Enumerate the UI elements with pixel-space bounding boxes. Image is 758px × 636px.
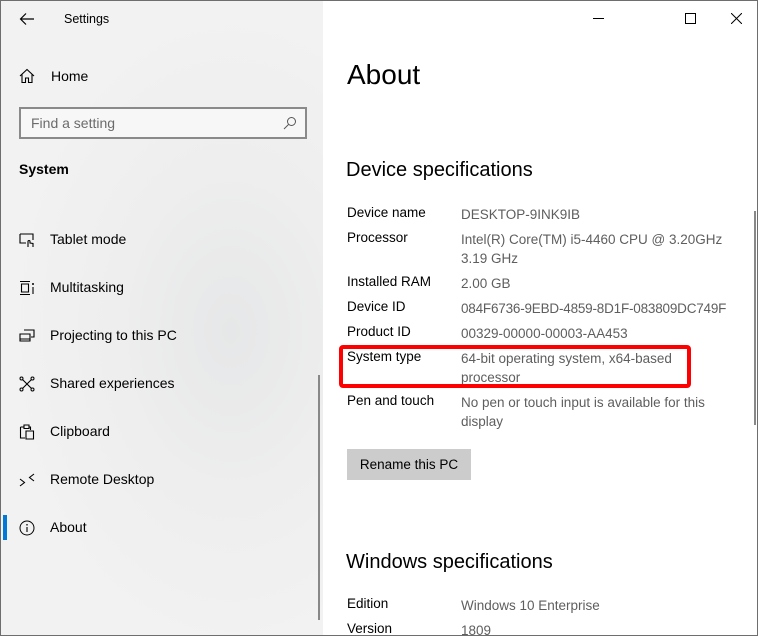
spec-key: Device name	[347, 205, 426, 220]
spec-key: Version	[347, 621, 393, 636]
clipboard-icon	[19, 424, 35, 440]
sidebar: Settings Home System Tablet mode Multita…	[1, 1, 323, 635]
close-button[interactable]	[713, 1, 757, 35]
search-icon[interactable]	[283, 116, 297, 130]
spec-value: 00329-00000-00003-AA453	[461, 326, 628, 341]
windows-specs-heading: Windows specifications	[346, 551, 553, 573]
rename-pc-button[interactable]: Rename this PC	[347, 449, 471, 480]
sidebar-item-label: Clipboard	[50, 423, 110, 439]
spec-key: Installed RAM	[347, 274, 432, 289]
search-input[interactable]	[21, 109, 271, 137]
info-icon	[19, 520, 35, 536]
tablet-mode-icon	[19, 233, 34, 247]
sidebar-item-about[interactable]: About	[1, 508, 323, 548]
sidebar-item-home[interactable]: Home	[1, 61, 323, 91]
system-type-highlight-box	[339, 345, 691, 388]
sidebar-item-shared-experiences[interactable]: Shared experiences	[1, 364, 323, 404]
spec-key: Edition	[347, 596, 389, 611]
sidebar-item-label: Projecting to this PC	[50, 327, 177, 343]
sidebar-item-tablet-mode[interactable]: Tablet mode	[1, 220, 323, 260]
search-box[interactable]	[19, 107, 307, 139]
page-title: About	[347, 59, 421, 90]
back-button[interactable]	[11, 5, 43, 33]
close-icon	[730, 12, 742, 24]
sidebar-item-label: Home	[51, 68, 89, 84]
spec-value: 084F6736-9EBD-4859-8D1F-083809DC749F	[461, 301, 727, 316]
spec-value: DESKTOP-9INK9IB	[461, 207, 581, 222]
sidebar-item-label: About	[50, 519, 87, 535]
sidebar-item-projecting[interactable]: Projecting to this PC	[1, 316, 323, 356]
projecting-icon	[19, 329, 35, 342]
device-specs-heading: Device specifications	[346, 159, 533, 181]
sidebar-item-remote-desktop[interactable]: Remote Desktop	[1, 460, 323, 500]
shared-experiences-icon	[19, 376, 35, 392]
spec-value: Intel(R) Core(TM) i5-4460 CPU @ 3.20GHz …	[461, 232, 723, 266]
maximize-button[interactable]	[667, 1, 713, 35]
spec-key: Product ID	[347, 324, 411, 339]
home-icon	[19, 68, 35, 84]
minimize-button[interactable]	[575, 1, 621, 35]
spec-value: 2.00 GB	[461, 276, 511, 291]
sidebar-item-multitasking[interactable]: Multitasking	[1, 268, 323, 308]
spec-key: Pen and touch	[347, 393, 435, 408]
content-scrollbar[interactable]	[754, 211, 756, 425]
spec-key: Processor	[347, 230, 408, 245]
sidebar-item-clipboard[interactable]: Clipboard	[1, 412, 323, 452]
sidebar-item-label: Tablet mode	[50, 231, 127, 247]
spec-value: Windows 10 Enterprise	[461, 598, 600, 613]
spec-key: Device ID	[347, 299, 406, 314]
sidebar-item-label: Shared experiences	[50, 375, 175, 391]
selected-indicator	[3, 515, 7, 540]
spec-value: 1809	[461, 623, 492, 636]
remote-desktop-icon	[19, 473, 35, 487]
spec-value: No pen or touch input is available for t…	[461, 395, 705, 429]
sidebar-item-label: Remote Desktop	[50, 471, 155, 487]
window-title: Settings	[64, 12, 110, 26]
settings-window: Settings Home System Tablet mode Multita…	[0, 0, 758, 636]
back-arrow-icon	[19, 13, 34, 25]
main-content: About Device specifications Device name …	[323, 1, 757, 636]
section-label-system: System	[19, 161, 69, 177]
maximize-icon	[684, 12, 696, 24]
multitasking-icon	[20, 280, 34, 296]
sidebar-item-label: Multitasking	[50, 279, 124, 295]
sidebar-scrollbar[interactable]	[318, 375, 320, 620]
minimize-icon	[592, 17, 604, 19]
